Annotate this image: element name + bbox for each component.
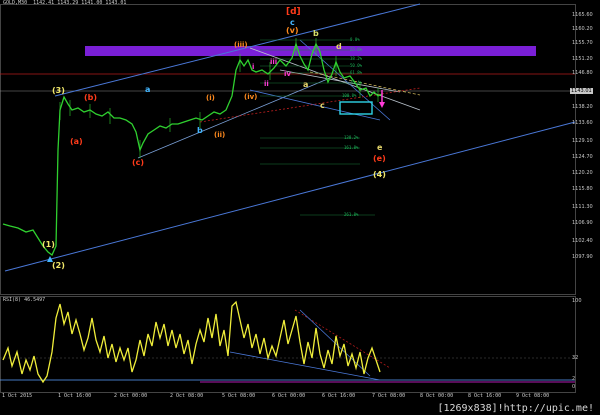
fib-label: 161.8% [344,145,359,150]
wave-label-i: i [252,63,255,71]
wave-label-v: (v) [286,26,299,35]
price-tick: 1102.40 [572,238,593,244]
price-tick: 1155.70 [572,40,593,46]
time-tick: 1 Oct 16:00 [58,393,92,399]
wave-label-iii: iii [270,58,278,66]
fib-label: 61.8% [350,70,363,75]
time-tick: 5 Oct 08:00 [222,393,256,399]
current-price-tag: 1143.01 [570,88,593,94]
time-tick: 2 Oct 08:00 [170,393,204,399]
wave-label-b-top: b [313,29,319,38]
time-tick: 8 Oct 16:00 [468,393,502,399]
fib-label: 138.2% [344,135,359,140]
fib-label: 50.0% [350,63,363,68]
time-tick: 2 Oct 00:00 [114,393,148,399]
fib-label: 23.6% [350,47,363,52]
fib-label: 100.0% [342,93,357,98]
wave-label-3: (3) [52,86,65,95]
wave-label-d: d [336,42,342,51]
price-tick: 1133.60 [572,120,593,126]
price-tick: 1160.20 [572,26,593,32]
triangle-lower [249,89,381,121]
price-tick: 1106.90 [572,220,593,226]
time-axis: 1 Oct 2015 1 Oct 16:00 2 Oct 00:00 2 Oct… [0,393,575,401]
channel-lower [4,121,576,272]
wave-label-ii: ii [264,80,269,88]
price-tick: 1151.20 [572,56,593,62]
rsi-tick: 100 [572,298,582,304]
rsi-header: RSI(8) 46.5497 [3,297,46,303]
wave-label-1: (1) [42,240,55,249]
rsi-tick: 32 [572,355,579,361]
wave-label-ii-paren: (ii) [214,131,226,139]
trendline-c [137,77,331,159]
price-tick: 1124.70 [572,154,593,160]
price-tick: 1165.60 [572,12,593,18]
target-zone [85,46,536,56]
fib-label: 261.8% [344,212,359,217]
wave-label-c-khaki: c [320,101,325,110]
price-tick: 1146.80 [572,70,593,76]
symbol-label: GOLD,M30 [3,0,28,6]
wave-label-e-red: (e) [373,154,386,163]
wave-label-e-khaki: e [377,143,383,152]
fib-label: 38.2% [350,56,363,61]
wave-label-a-khaki: a [303,80,309,89]
time-tick: 1 Oct 2015 [2,393,33,399]
wave-label-iv: iv [284,70,291,78]
wave-label-iii-paren: (iii) [234,41,248,49]
wave-label-b-blue: b [197,126,203,135]
wave-label-b-paren: (b) [84,93,98,102]
wave-label-i-paren: (i) [206,94,215,102]
trendline-a [279,69,401,93]
wave-label-2: (2) [52,261,65,270]
fib-label: 76.4% [350,80,363,85]
price-tick: 1111.30 [572,204,593,210]
price-tick: 1129.10 [572,138,593,144]
price-tick: 1120.20 [572,170,593,176]
price-chart[interactable] [0,0,600,415]
price-tick: 1138.20 [572,104,593,110]
time-tick: 6 Oct 16:00 [322,393,356,399]
ohlc-label: 1142.41 1143.29 1141.00 1143.01 [33,0,127,6]
rsi-series [2,300,381,384]
time-tick: 8 Oct 00:00 [420,393,454,399]
time-tick: 7 Oct 08:00 [372,393,406,399]
wave-label-a-paren: (a) [70,137,83,146]
watermark: [1269x838]!http://upic.me! [437,403,594,414]
rsi-tick: 2 [572,376,576,382]
fib-label: 0.0% [350,37,360,42]
wave-label-4: (4) [373,170,386,179]
chart-header: GOLD,M30 1142.41 1143.29 1141.00 1143.01 [3,0,126,6]
wave-label-d-bracket: [d] [286,7,301,17]
rsi-axis: 100 32 2 0 [568,296,600,392]
time-tick: 6 Oct 00:00 [272,393,306,399]
price-tick: 1097.90 [572,254,593,260]
rsi-tick: 0 [572,384,576,390]
wave-label-a-blue: a [145,85,151,94]
price-tick: 1115.80 [572,186,593,192]
wave-label-c-paren: (c) [132,158,145,167]
time-tick: 9 Oct 08:00 [516,393,550,399]
price-axis: 1165.60 1160.20 1155.70 1151.20 1146.80 … [568,4,600,294]
wave-label-iv-paren: (iv) [244,93,258,101]
rsi-panel-frame [0,296,576,393]
